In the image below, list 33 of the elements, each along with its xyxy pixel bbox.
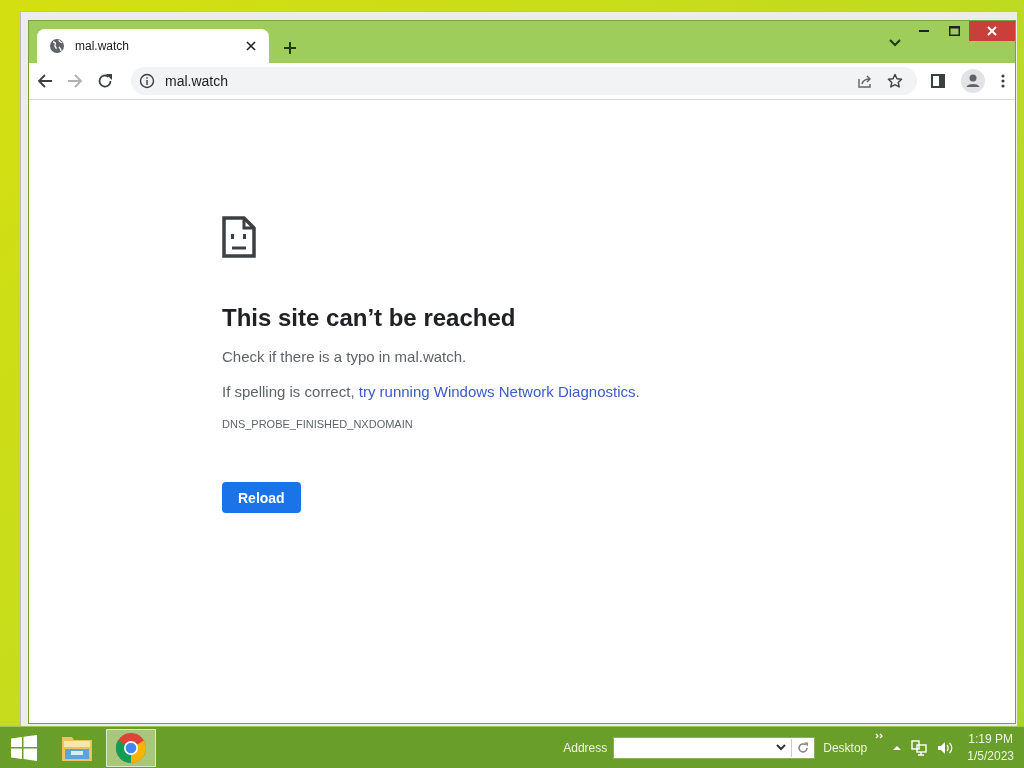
address-field[interactable] (613, 736, 816, 759)
menu-icon[interactable] (1001, 74, 1005, 88)
windows-logo-icon[interactable] (11, 734, 37, 761)
sad-page-icon (222, 216, 256, 258)
diagnostics-link[interactable]: try running Windows Network Diagnostics (358, 383, 636, 400)
new-tab-icon[interactable] (283, 41, 297, 55)
refresh-icon[interactable] (797, 741, 810, 754)
profile-icon[interactable] (961, 69, 985, 93)
browser-tab[interactable]: mal.watch (37, 29, 269, 63)
typo-hint: Check if there is a typo in mal.watch. (222, 348, 467, 365)
chevron-down-icon[interactable] (889, 39, 901, 47)
diagnostics-hint: If spelling is correct, try running Windows Network Diagnostics. (222, 383, 640, 400)
close-icon (987, 26, 997, 36)
address-label: Address (563, 740, 608, 755)
side-panel-icon[interactable] (931, 74, 945, 88)
address-bar[interactable]: mal.watch (131, 67, 917, 95)
close-button[interactable] (969, 21, 1015, 41)
globe-icon (49, 38, 65, 54)
star-icon[interactable] (887, 73, 903, 89)
reload-button[interactable]: Reload (222, 482, 301, 513)
maximize-icon[interactable] (948, 26, 960, 36)
error-heading: This site can’t be reached (222, 304, 516, 332)
back-icon[interactable] (37, 73, 53, 89)
double-chevron-icon[interactable] (875, 733, 884, 739)
error-code: DNS_PROBE_FINISHED_NXDOMAIN (222, 418, 413, 430)
dropdown-icon[interactable] (776, 744, 787, 751)
info-icon (139, 73, 155, 89)
taskbar-button[interactable] (106, 728, 156, 767)
reload-icon[interactable] (97, 73, 113, 89)
caret-up-icon[interactable] (893, 745, 902, 750)
network-icon[interactable] (911, 739, 928, 756)
chrome-icon (115, 731, 147, 764)
share-icon[interactable] (857, 73, 873, 89)
